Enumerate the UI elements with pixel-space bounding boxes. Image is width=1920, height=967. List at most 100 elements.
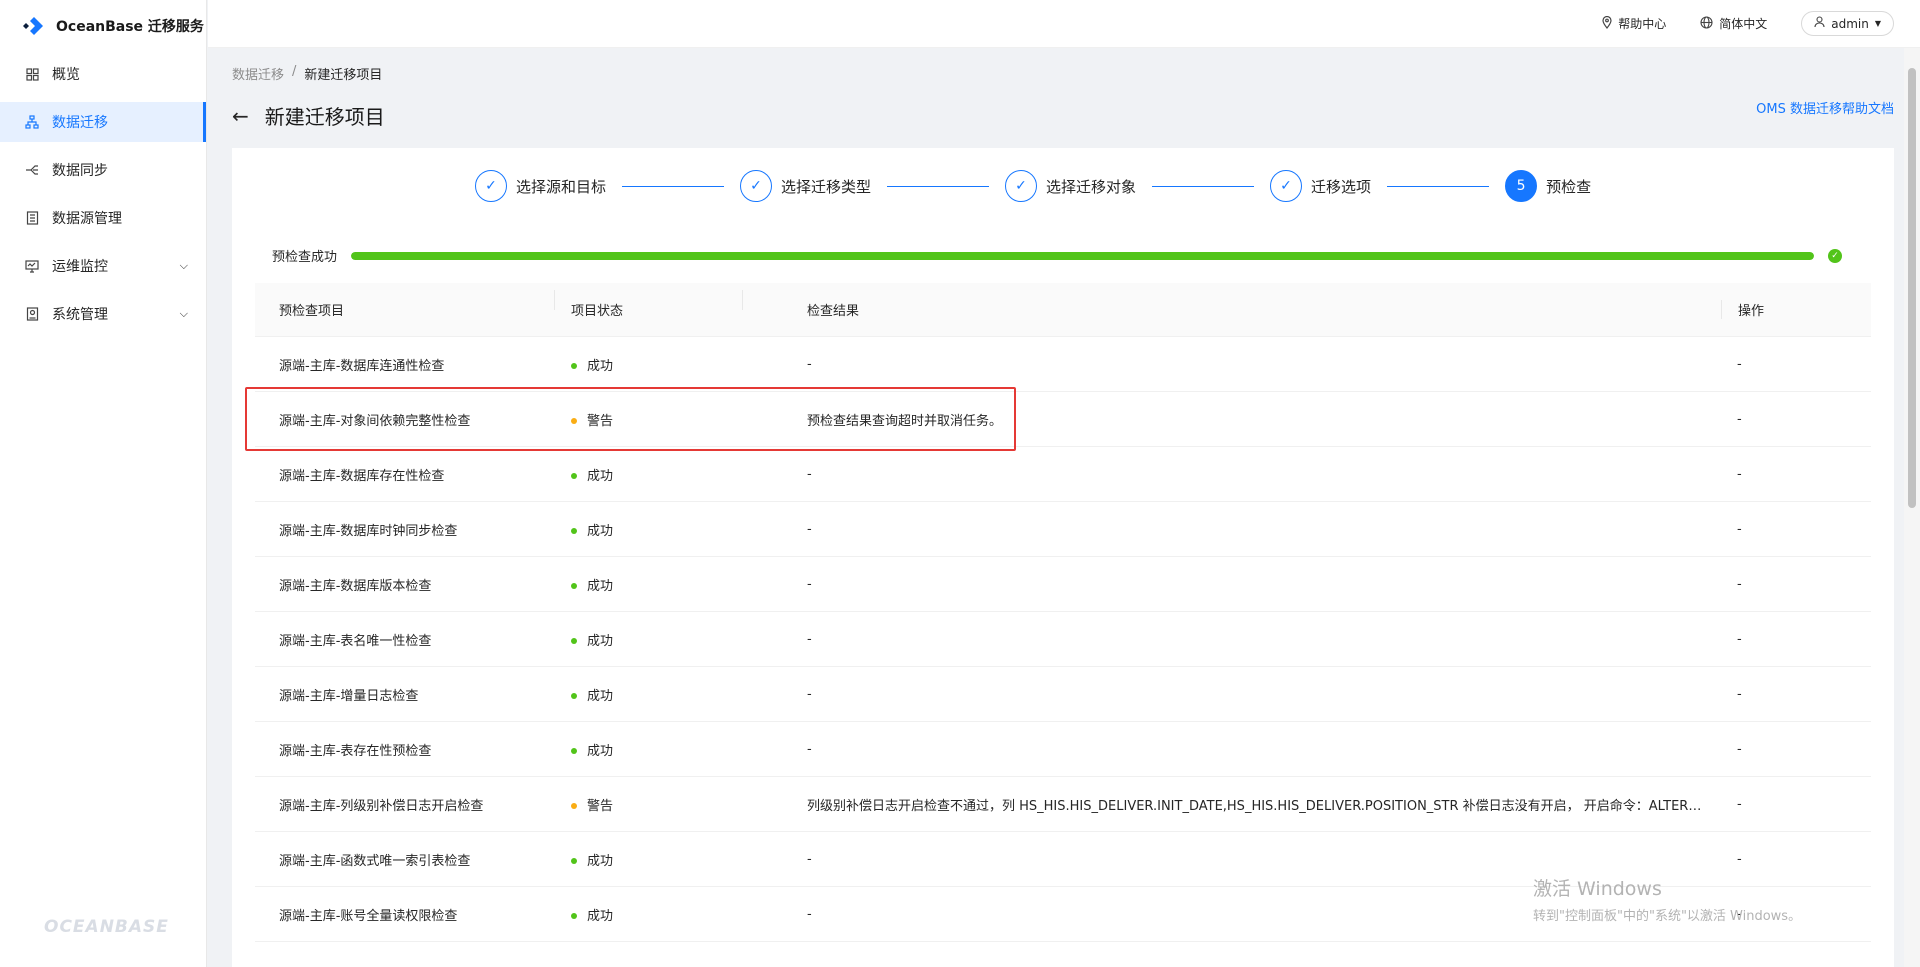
sidebar-item-system-admin[interactable]: 系统管理 ⌵ — [0, 294, 206, 334]
globe-icon — [1700, 15, 1713, 32]
step-label: 选择迁移对象 — [1046, 177, 1137, 196]
back-arrow-icon[interactable]: ← — [232, 104, 249, 128]
status-label: 成功 — [587, 358, 614, 374]
step-label: 选择源和目标 — [516, 177, 607, 196]
status-label: 警告 — [587, 798, 614, 814]
status-cell: 成功 — [555, 685, 743, 704]
check-result: 预检查结果查询超时并取消任务。 — [807, 413, 1003, 429]
sidebar-item-label: 数据同步 — [52, 163, 108, 179]
caret-down-icon: ▼ — [1874, 19, 1881, 28]
user-icon — [1814, 16, 1825, 31]
action-cell: - — [1737, 521, 1742, 537]
check-result: - — [807, 631, 812, 647]
status-dot-icon — [571, 638, 577, 644]
check-circle-icon: ✓ — [1828, 248, 1842, 263]
status-cell: 成功 — [555, 575, 743, 594]
sidebar-item-label: 数据迁移 — [52, 115, 108, 131]
app-logo[interactable]: OceanBase 迁移服务 — [0, 0, 206, 52]
check-result: - — [807, 686, 812, 702]
vertical-scrollbar[interactable] — [1904, 48, 1920, 967]
language-switch[interactable]: 简体中文 — [1700, 15, 1767, 32]
status-label: 成功 — [587, 908, 614, 924]
step-label: 选择迁移类型 — [781, 177, 872, 196]
top-bar: 帮助中心 简体中文 admin ▼ — [208, 0, 1920, 48]
sidebar-item-label: 运维监控 — [52, 259, 108, 275]
check-result: - — [807, 356, 812, 372]
precheck-item: 源端-主库-数据库存在性检查 — [279, 468, 445, 484]
sidebar-item-label: 概览 — [52, 67, 80, 83]
help-center-link[interactable]: 帮助中心 — [1602, 15, 1666, 32]
step-precheck: 5 预检查 — [1505, 170, 1591, 202]
sidebar-item-data-sync[interactable]: 数据同步 — [0, 150, 206, 190]
sidebar-item-label: 系统管理 — [52, 307, 108, 323]
precheck-item: 源端-主库-对象间依赖完整性检查 — [279, 413, 471, 429]
step-label: 迁移选项 — [1311, 177, 1372, 196]
footer-brand: OCEANBASE — [44, 917, 169, 937]
precheck-progress: 预检查成功 ✓ — [272, 246, 1842, 265]
status-cell: 警告 — [555, 795, 743, 814]
sidebar: OceanBase 迁移服务 概览 数据迁移 数据同步 数据源管理 运维监控 ⌵ — [0, 0, 207, 967]
table-row: 源端-主库-对象间依赖完整性检查 警告 预检查结果查询超时并取消任务。 - — [255, 392, 1871, 447]
steps: ✓ 选择源和目标 ✓ 选择迁移类型 ✓ 选择迁移对象 ✓ 迁移选项 5 预检查 — [475, 170, 1591, 202]
status-dot-icon — [571, 363, 577, 369]
check-icon: ✓ — [1270, 170, 1303, 202]
chevron-down-icon: ⌵ — [179, 307, 188, 320]
status-dot-icon — [571, 913, 577, 919]
sidebar-item-ops-monitor[interactable]: 运维监控 ⌵ — [0, 246, 206, 286]
check-result: - — [807, 521, 812, 537]
precheck-item: 源端-主库-数据库版本检查 — [279, 578, 432, 594]
breadcrumb-parent[interactable]: 数据迁移 — [232, 64, 284, 83]
oceanbase-logo-icon — [22, 15, 48, 37]
status-cell: 成功 — [555, 905, 743, 924]
settings-panel-icon — [24, 306, 40, 322]
status-dot-icon — [571, 693, 577, 699]
status-cell: 成功 — [555, 850, 743, 869]
precheck-card: ✓ 选择源和目标 ✓ 选择迁移类型 ✓ 选择迁移对象 ✓ 迁移选项 5 预检查 — [232, 148, 1894, 967]
sidebar-item-overview[interactable]: 概览 — [0, 54, 206, 94]
sidebar-item-datasource[interactable]: 数据源管理 — [0, 198, 206, 238]
header-status: 项目状态 — [555, 290, 743, 319]
status-label: 成功 — [587, 523, 614, 539]
check-icon: ✓ — [740, 170, 773, 202]
header-item: 预检查项目 — [255, 290, 555, 319]
table-row: 源端-主库-表名唯一性检查 成功 - - — [255, 612, 1871, 667]
watermark-line1: 激活 Windows — [1533, 878, 1662, 900]
help-doc-link[interactable]: OMS 数据迁移帮助文档 — [1756, 98, 1894, 117]
sidebar-item-data-migration[interactable]: 数据迁移 — [0, 102, 206, 142]
step-connector — [622, 185, 725, 187]
user-menu-button[interactable]: admin ▼ — [1801, 11, 1894, 36]
header-action: 操作 — [1721, 300, 1871, 319]
table-row: 源端-主库-数据库版本检查 成功 - - — [255, 557, 1871, 612]
table-row: 源端-主库-数据库时钟同步检查 成功 - - — [255, 502, 1871, 557]
location-pin-icon — [1602, 15, 1612, 32]
progress-label: 预检查成功 — [272, 250, 338, 265]
action-cell: - — [1737, 631, 1742, 647]
step-select-migration-type: ✓ 选择迁移类型 — [740, 170, 871, 202]
status-dot-icon — [571, 418, 577, 424]
breadcrumb-separator: / — [292, 64, 297, 79]
step-connector — [1387, 185, 1490, 187]
scrollbar-thumb[interactable] — [1908, 68, 1916, 508]
action-cell: - — [1737, 466, 1742, 482]
precheck-table: 预检查项目 项目状态 检查结果 操作 源端-主库-数据库连通性检查 成功 - - 源端-… — [255, 283, 1871, 942]
table-row: 源端-主库-增量日志检查 成功 - - — [255, 667, 1871, 722]
page-title: 新建迁移项目 — [264, 105, 385, 129]
step-label: 预检查 — [1546, 177, 1592, 196]
action-cell: - — [1737, 411, 1742, 427]
step-connector — [887, 185, 990, 187]
sidebar-item-label: 数据源管理 — [52, 211, 122, 227]
sync-branch-icon — [24, 162, 40, 178]
status-dot-icon — [571, 748, 577, 754]
precheck-item: 源端-主库-增量日志检查 — [279, 688, 419, 704]
check-icon: ✓ — [1005, 170, 1038, 202]
check-result: - — [807, 576, 812, 592]
precheck-item: 源端-主库-列级别补偿日志开启检查 — [279, 798, 484, 814]
sitemap-icon — [24, 114, 40, 130]
action-cell: - — [1737, 796, 1742, 812]
status-dot-icon — [571, 473, 577, 479]
check-result: - — [807, 466, 812, 482]
status-dot-icon — [571, 858, 577, 864]
status-label: 成功 — [587, 468, 614, 484]
status-label: 成功 — [587, 688, 614, 704]
precheck-item: 源端-主库-数据库连通性检查 — [279, 358, 445, 374]
